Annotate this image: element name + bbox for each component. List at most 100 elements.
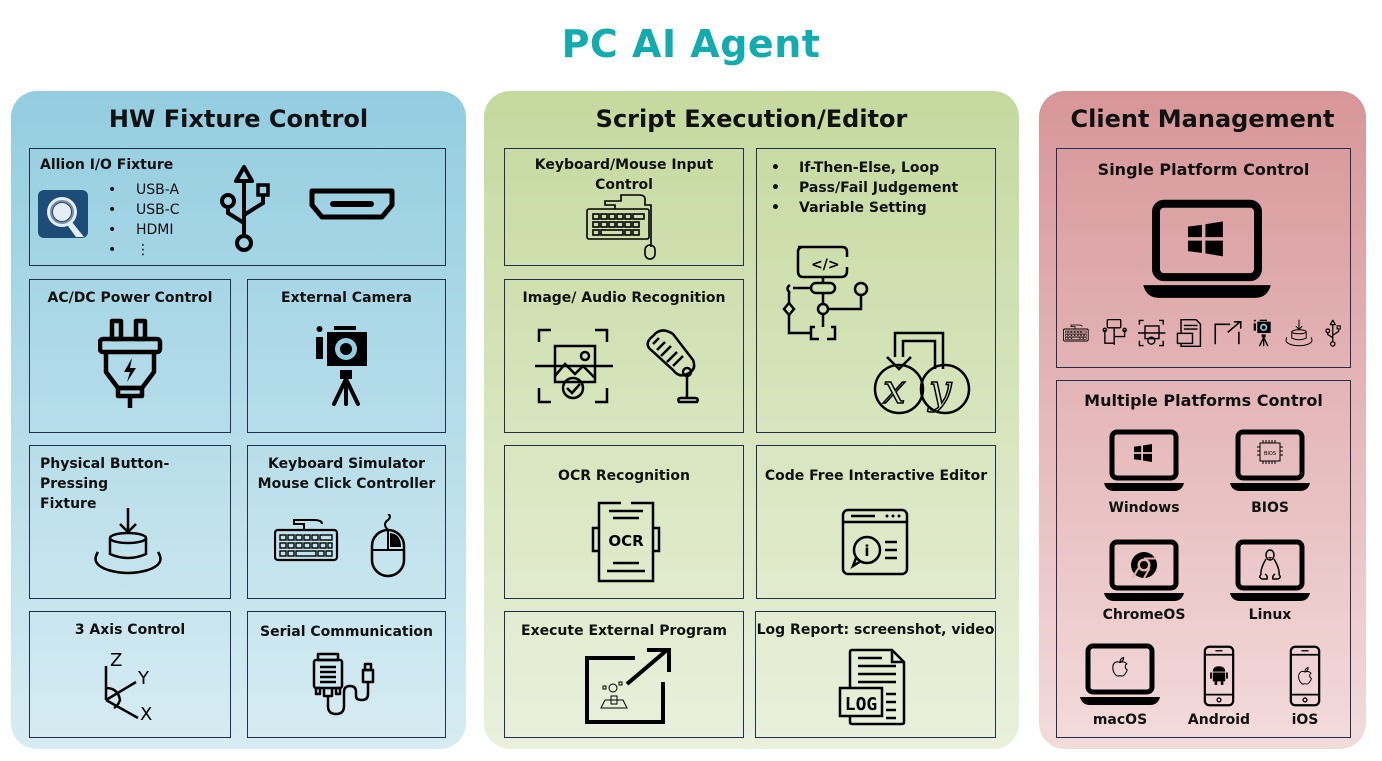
ocr-icon: OCR — [591, 501, 661, 587]
external-camera-title: External Camera — [281, 290, 412, 306]
logic-item-pass-fail: Pass/Fail Judgement — [771, 178, 958, 198]
keyboard-simulator-box[interactable]: Keyboard Simulator Mouse Click Controlle… — [247, 445, 446, 599]
serial-communication-title: Serial Communication — [259, 624, 434, 640]
hdmi-port-icon — [308, 187, 396, 225]
camera-tripod-icon — [314, 324, 374, 418]
io-item-usb-c: USB-C — [108, 200, 180, 220]
bios-chip-text: BIOS — [1264, 451, 1276, 457]
single-platform-title: Single Platform Control — [1097, 160, 1310, 179]
mini-camera-tripod-icon — [1252, 319, 1274, 349]
three-axis-box[interactable]: 3 Axis Control Z Y X — [29, 611, 231, 738]
serial-cable-icon — [312, 652, 382, 722]
hw-panel-title: HW Fixture Control — [108, 105, 369, 133]
android-phone-icon — [1201, 645, 1237, 711]
external-camera-box[interactable]: External Camera — [247, 279, 446, 433]
io-item-hdmi: HDMI — [108, 220, 180, 240]
variable-xy-icon: x y — [869, 319, 973, 419]
external-program-title: Execute External Program — [521, 623, 727, 639]
log-file-icon: LOG — [838, 648, 912, 730]
page-title: PC AI Agent — [561, 22, 821, 66]
power-control-title: AC/DC Power Control — [47, 290, 213, 306]
ocr-box[interactable]: OCR Recognition OCR — [504, 445, 744, 599]
serial-communication-box[interactable]: Serial Communication — [247, 611, 446, 738]
three-axis-title: 3 Axis Control — [74, 622, 186, 638]
var-y-glyph: y — [927, 367, 953, 413]
interactive-editor-title: Code Free Interactive Editor — [764, 468, 988, 484]
ios-phone-icon — [1287, 645, 1323, 711]
platform-label-macos: macOS — [1092, 712, 1148, 728]
hw-fixture-panel: HW Fixture Control Allion I/O Fixture US… — [11, 91, 466, 749]
keyboard-icon — [274, 518, 344, 566]
feature-icon-row — [1063, 319, 1343, 351]
log-report-box[interactable]: Log Report: screenshot, video LOG — [755, 611, 996, 738]
mouse-icon — [368, 513, 408, 584]
mini-button-press-icon — [1283, 319, 1315, 347]
axis-label-y: Y — [137, 668, 150, 689]
keyboard-simulator-title: Keyboard Simulator Mouse Click Controlle… — [248, 454, 445, 494]
platform-label-linux: Linux — [1248, 607, 1292, 623]
platform-label-ios: iOS — [1291, 712, 1319, 728]
power-plug-icon — [97, 318, 164, 416]
mini-usb-icon — [1325, 319, 1343, 347]
chrome-laptop-icon — [1103, 539, 1185, 607]
mini-image-scan-icon — [1138, 319, 1166, 347]
button-press-icon — [88, 506, 168, 580]
usb-icon — [220, 163, 276, 257]
io-item-more: ⋮ — [108, 240, 180, 260]
script-panel: Script Execution/Editor Keyboard/Mouse I… — [484, 91, 1019, 749]
ocr-glyph: OCR — [608, 532, 644, 550]
log-glyph: LOG — [845, 694, 878, 715]
script-panel-title: Script Execution/Editor — [595, 105, 908, 133]
logic-item-if-then-else: If-Then-Else, Loop — [771, 158, 958, 178]
interactive-editor-icon: i — [841, 508, 911, 582]
image-scan-icon — [535, 328, 615, 408]
external-program-icon — [583, 646, 673, 730]
script-logic-box[interactable]: If-Then-Else, Loop Pass/Fail Judgement V… — [756, 148, 996, 433]
mini-keyboard-mouse-icon — [1063, 319, 1091, 347]
var-x-glyph: x — [883, 367, 906, 413]
allion-logo-icon — [38, 190, 90, 246]
io-fixture-box[interactable]: Allion I/O Fixture USB-A USB-C HDMI ⋮ — [29, 148, 446, 266]
external-program-box[interactable]: Execute External Program — [504, 611, 744, 738]
button-pressing-box[interactable]: Physical Button-Pressing Fixture — [29, 445, 231, 599]
button-pressing-title-line1: Physical Button-Pressing — [40, 456, 170, 492]
ocr-title: OCR Recognition — [558, 468, 690, 484]
platform-label-chromeos: ChromeOS — [1102, 607, 1186, 623]
bios-laptop-icon: BIOS — [1229, 429, 1311, 497]
single-platform-box[interactable]: Single Platform Control — [1056, 148, 1351, 368]
script-logic-list: If-Then-Else, Loop Pass/Fail Judgement V… — [771, 158, 958, 218]
image-audio-box[interactable]: Image/ Audio Recognition — [504, 279, 744, 433]
power-control-box[interactable]: AC/DC Power Control — [29, 279, 231, 433]
io-item-usb-a: USB-A — [108, 180, 180, 200]
log-report-title: Log Report: screenshot, video — [756, 622, 995, 638]
axis-label-z: Z — [110, 650, 122, 671]
windows-laptop-icon — [1103, 429, 1185, 497]
button-pressing-title: Physical Button-Pressing Fixture — [40, 454, 230, 514]
multi-platform-box[interactable]: Multiple Platforms Control Windows BIOS … — [1056, 380, 1351, 738]
image-audio-title: Image/ Audio Recognition — [522, 290, 726, 306]
code-glyph: </> — [811, 257, 840, 273]
info-glyph: i — [864, 542, 869, 560]
axis-label-x: X — [140, 704, 152, 722]
interactive-editor-box[interactable]: Code Free Interactive Editor i — [756, 445, 996, 599]
mini-flowchart-icon — [1102, 319, 1127, 345]
keyboard-simulator-title-line1: Keyboard Simulator — [267, 456, 425, 472]
mini-external-program-icon — [1214, 321, 1242, 345]
client-panel: Client Management Single Platform Contro… — [1039, 91, 1366, 749]
platform-label-bios: BIOS — [1251, 500, 1289, 516]
mini-log-file-icon — [1176, 319, 1202, 347]
linux-laptop-icon — [1229, 539, 1311, 607]
io-fixture-list: USB-A USB-C HDMI ⋮ — [108, 180, 180, 260]
client-panel-title: Client Management — [1070, 105, 1335, 133]
logic-item-variable: Variable Setting — [771, 198, 958, 218]
kb-mouse-input-box[interactable]: Keyboard/Mouse Input Control — [504, 148, 744, 266]
platform-label-windows: Windows — [1108, 500, 1180, 516]
three-axis-icon: Z Y X — [98, 648, 168, 726]
microphone-icon — [643, 326, 707, 410]
keyboard-simulator-title-line2: Mouse Click Controller — [257, 476, 436, 492]
mac-laptop-icon — [1079, 643, 1161, 711]
multi-platform-title: Multiple Platforms Control — [1084, 391, 1323, 410]
windows-laptop-icon — [1142, 199, 1272, 305]
flowchart-icon: </> — [781, 245, 871, 351]
keyboard-mouse-icon — [585, 189, 665, 265]
